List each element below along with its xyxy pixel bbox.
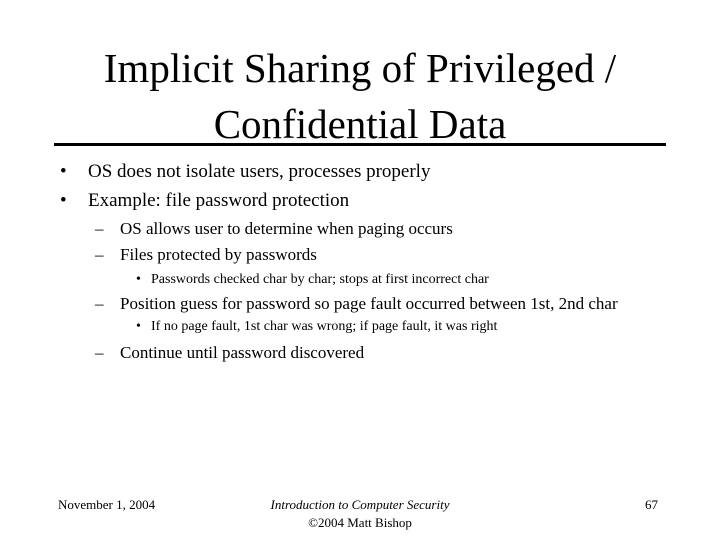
bullet-marker: • bbox=[136, 319, 141, 334]
bullet-text: OS does not isolate users, processes pro… bbox=[88, 161, 431, 182]
bullet-text: If no page fault, 1st char was wrong; if… bbox=[151, 319, 498, 334]
title-line-1: Implicit Sharing of Privileged / bbox=[103, 45, 617, 91]
dash-marker: – bbox=[95, 219, 104, 238]
bullet-text: Position guess for password so page faul… bbox=[120, 294, 618, 313]
dash-marker: – bbox=[95, 343, 104, 362]
footer-course: Introduction to Computer Security bbox=[270, 497, 450, 512]
bullet-marker: • bbox=[60, 190, 67, 211]
bullet-text: Continue until password discovered bbox=[120, 343, 365, 362]
slide-title: Implicit Sharing of Privileged / Confide… bbox=[0, 40, 720, 152]
bullet-marker: • bbox=[136, 272, 141, 287]
bullet-text: Example: file password protection bbox=[88, 190, 350, 211]
dash-marker: – bbox=[95, 245, 104, 264]
bullet-text: Files protected by passwords bbox=[120, 245, 317, 264]
dash-marker: – bbox=[95, 294, 104, 313]
bullet-text: OS allows user to determine when paging … bbox=[120, 219, 453, 238]
bullet-text: Passwords checked char by char; stops at… bbox=[151, 272, 489, 287]
footer-copyright: ©2004 Matt Bishop bbox=[308, 515, 412, 530]
title-underline bbox=[54, 143, 666, 146]
page-number: 67 bbox=[645, 497, 658, 512]
bullet-marker: • bbox=[60, 161, 67, 182]
